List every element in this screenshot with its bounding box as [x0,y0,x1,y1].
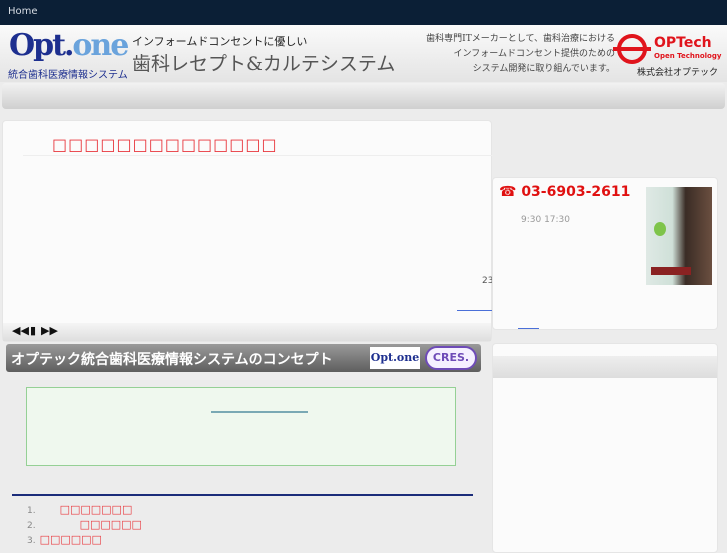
brand-name: OPTech [654,35,712,51]
info-link[interactable] [211,411,308,413]
optech-logo-icon [613,34,651,64]
menu-bar [2,83,725,109]
list-item: 2. □□□□□□ [27,518,142,533]
desc-line: インフォームドコンセント提供のための [453,49,615,59]
list-number: 2. [27,521,36,531]
slideshow: □□□□□□□□□□□□□□ ◀◀ ▮ ▶▶ [2,120,493,342]
phone-number: ☎ 03-6903-2611 [499,184,631,200]
company-description: 歯科専門ITメーカーとして、歯科治療における インフォームドコンセント提供のため… [426,32,615,77]
sidebar-box-header [493,356,717,378]
logo-subtitle: 統合歯科医療情報システム [8,70,128,81]
list-link[interactable]: □□□□□□ [80,518,142,531]
optone-badge: Opt.one [370,347,420,369]
divider [23,155,493,156]
optone-logo[interactable]: Opt.one [9,28,129,63]
section-divider [12,494,473,496]
list-item: 3. □□□□□□ [27,533,142,548]
sidebar-box [492,343,718,553]
info-box [26,387,456,466]
slide-title: □□□□□□□□□□□□□□ [52,135,278,154]
list-link[interactable]: □□□□□□ [40,533,102,546]
link-underline[interactable] [457,310,493,311]
company-name: 株式会社オプテック [637,68,719,78]
desc-line: システム開発に取り組んでいます。 [472,64,615,74]
desc-line: 歯科専門ITメーカーとして、歯科治療における [426,34,615,44]
next-icon[interactable]: ▶▶ [41,324,58,337]
concept-title: オプテック統合歯科医療情報システムのコンセプト [11,352,333,368]
concept-banner[interactable]: オプテック統合歯科医療情報システムのコンセプト Opt.one CRES. [6,344,481,372]
list-number: 1. [27,506,36,516]
list-item: 1. □□□□□□□ [27,503,142,518]
slideshow-controls: ◀◀ ▮ ▶▶ [3,323,491,341]
brand-subtitle: Open Technology [654,52,722,60]
top-nav-bar: Home [0,0,727,25]
site-title: 歯科レセプト&カルテシステム [132,53,396,75]
cres-badge: CRES. [425,346,477,370]
site-header: Opt.one 統合歯科医療情報システム インフォームドコンセントに優しい 歯科… [0,25,727,82]
prev-icon[interactable]: ◀◀ [12,324,29,337]
contact-link[interactable] [518,328,539,329]
business-hours: 9:30 17:30 [521,215,571,225]
list-link[interactable]: □□□□□□□ [60,503,133,516]
contact-box: ☎ 03-6903-2611 9:30 17:30 [492,177,718,330]
pause-icon[interactable]: ▮ [30,324,36,337]
link-list: 1. □□□□□□□ 2. □□□□□□ 3. □□□□□□ [27,503,142,548]
tagline: インフォームドコンセントに優しい [132,35,308,48]
operator-photo [646,187,712,285]
nav-home-link[interactable]: Home [8,6,38,17]
